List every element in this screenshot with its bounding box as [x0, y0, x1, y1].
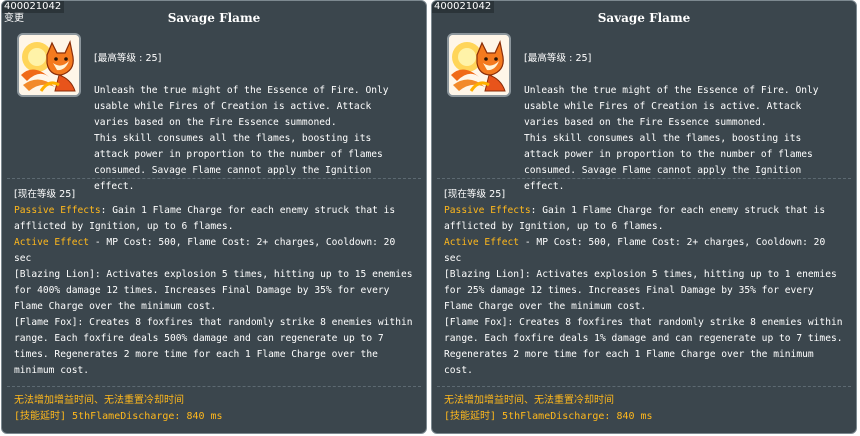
blazing-lion-text: [Blazing Lion]: Activates explosion 5 ti…: [14, 269, 413, 312]
skill-tooltip-right: 400021042 Savage Flame [最高等级 : 25] Unlea…: [431, 0, 857, 434]
active-effect: Active Effect - MP Cost: 500, Flame Cost…: [444, 235, 848, 267]
passive-label: Passive Effects: [14, 205, 101, 216]
active-label: Active Effect: [444, 237, 520, 248]
skill-footer: 无法增加增益时间、无法重置冷却时间 [技能延时] 5thFlameDischar…: [444, 393, 848, 425]
current-level: [现在等级 25]: [444, 189, 506, 200]
current-level-block: [现在等级 25] Passive Effects: Gain 1 Flame …: [444, 187, 848, 379]
skill-description: [最高等级 : 25] Unleash the true might of th…: [94, 35, 416, 211]
passive-effects: Passive Effects: Gain 1 Flame Charge for…: [444, 203, 848, 235]
skill-footer: 无法增加增益时间、无法重置冷却时间 [技能延时] 5thFlameDischar…: [14, 393, 418, 425]
skill-tooltip-left: 400021042 变更 Savage Flame [最高等级 : 25] Un…: [1, 0, 427, 434]
skill-delay: [技能延时] 5thFlameDischarge: 840 ms: [14, 411, 223, 422]
divider: [7, 178, 421, 179]
max-level: [最高等级 : 25]: [94, 53, 162, 64]
current-level: [现在等级 25]: [14, 189, 76, 200]
skill-title: Savage Flame: [597, 11, 691, 25]
divider: [7, 386, 421, 387]
divider: [437, 178, 851, 179]
skill-delay: [技能延时] 5thFlameDischarge: 840 ms: [444, 411, 653, 422]
flame-fox-text: [Flame Fox]: Creates 8 foxfires that ran…: [444, 317, 843, 376]
divider: [437, 386, 851, 387]
current-level-block: [现在等级 25] Passive Effects: Gain 1 Flame …: [14, 187, 418, 379]
skill-title: Savage Flame: [167, 11, 261, 25]
fire-fox-icon: [447, 33, 511, 97]
passive-label: Passive Effects: [444, 205, 531, 216]
buff-restriction: 无法增加增益时间、无法重置冷却时间: [444, 395, 614, 406]
blazing-lion-text: [Blazing Lion]: Activates explosion 5 ti…: [444, 269, 837, 312]
max-level: [最高等级 : 25]: [524, 53, 592, 64]
skill-description: [最高等级 : 25] Unleash the true might of th…: [524, 35, 846, 211]
active-label: Active Effect: [14, 237, 90, 248]
buff-restriction: 无法增加增益时间、无法重置冷却时间: [14, 395, 184, 406]
fire-fox-icon: [17, 33, 81, 97]
passive-effects: Passive Effects: Gain 1 Flame Charge for…: [14, 203, 418, 235]
active-effect: Active Effect - MP Cost: 500, Flame Cost…: [14, 235, 418, 267]
flame-fox-text: [Flame Fox]: Creates 8 foxfires that ran…: [14, 317, 413, 376]
